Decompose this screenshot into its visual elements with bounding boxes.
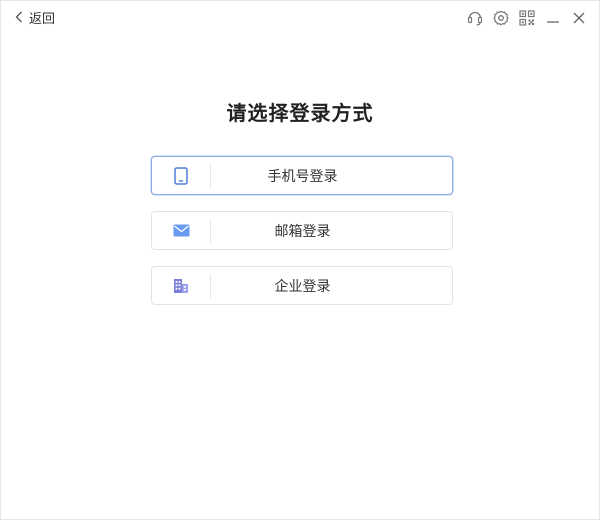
building-icon	[152, 267, 210, 304]
phone-icon	[152, 157, 210, 194]
minimize-icon[interactable]	[543, 8, 563, 28]
chevron-left-icon	[13, 10, 25, 24]
mail-icon	[152, 212, 210, 249]
login-method-window: 返回 请选择登录方式 手机号登录 邮箱登录 企业登录	[0, 0, 600, 520]
qrcode-icon[interactable]	[517, 8, 537, 28]
page-title: 请选择登录方式	[226, 101, 374, 125]
option-label: 企业登录	[274, 278, 331, 295]
close-icon[interactable]	[569, 8, 589, 28]
option-label: 邮箱登录	[274, 223, 331, 240]
phone-login-button[interactable]: 手机号登录	[151, 156, 453, 195]
window-actions	[465, 8, 589, 28]
option-label: 手机号登录	[267, 168, 338, 185]
back-label: 返回	[29, 11, 56, 27]
enterprise-login-button[interactable]: 企业登录	[151, 266, 453, 305]
settings-icon[interactable]	[491, 8, 511, 28]
headset-icon[interactable]	[465, 8, 485, 28]
email-login-button[interactable]: 邮箱登录	[151, 211, 453, 250]
login-options: 手机号登录 邮箱登录 企业登录	[151, 156, 453, 321]
back-button[interactable]: 返回	[13, 7, 55, 27]
